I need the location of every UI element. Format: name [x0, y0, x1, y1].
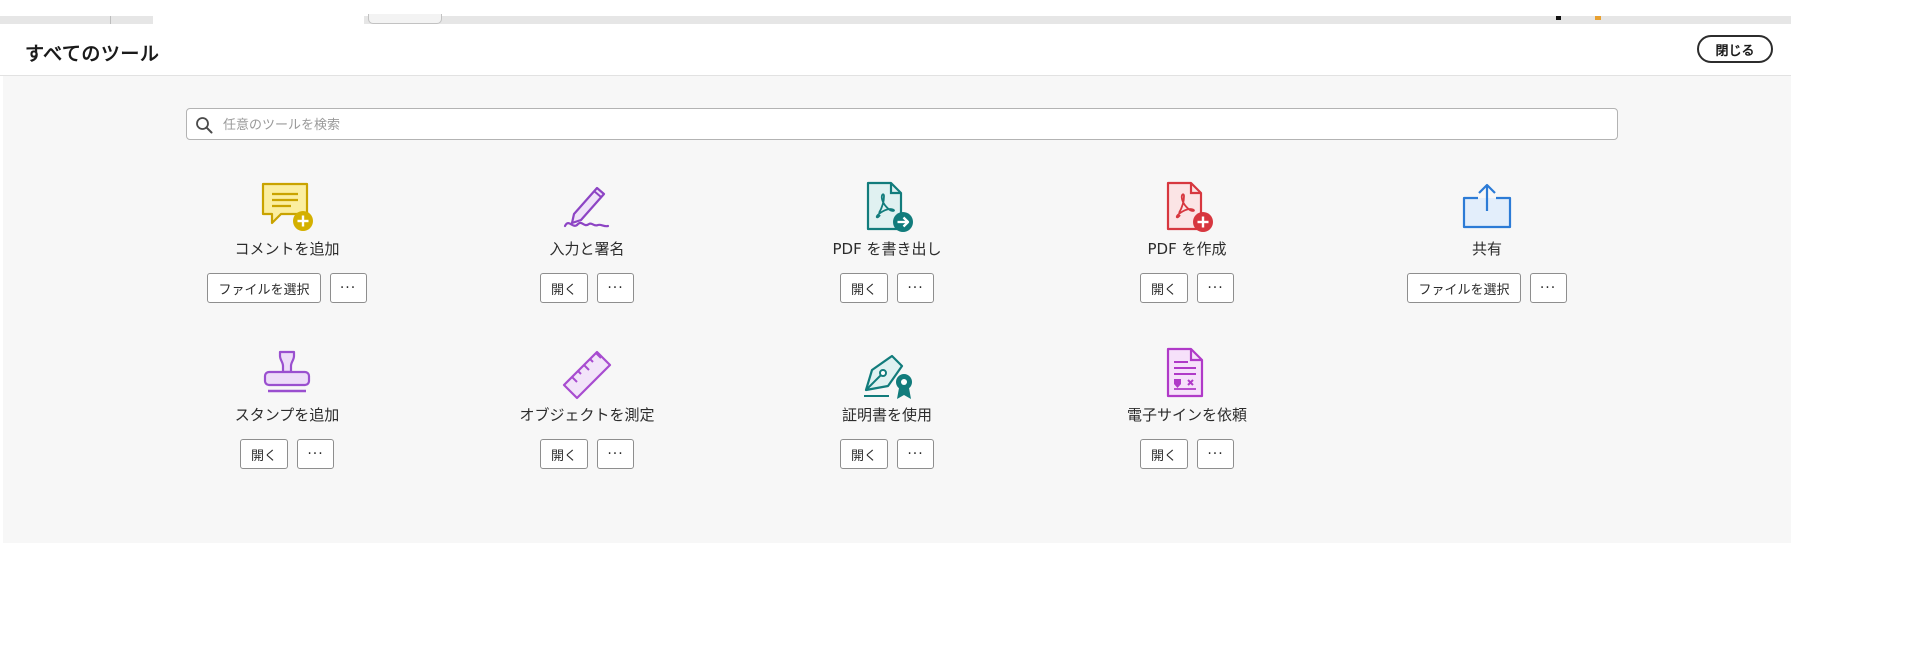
- open-button[interactable]: 開く: [239, 439, 288, 469]
- tools-panel: コメントを追加 ファイルを選択 ··· 入力と署名 開く ··· PDF を書き…: [3, 76, 1791, 543]
- fill-sign-icon: [563, 186, 610, 228]
- more-options-button[interactable]: ···: [897, 273, 934, 303]
- more-options-button[interactable]: ···: [1197, 439, 1234, 469]
- open-button[interactable]: 開く: [1139, 439, 1188, 469]
- browser-top-strip: [0, 0, 1791, 24]
- comment-add-icon: [261, 182, 313, 231]
- tab-bar-segment: [364, 16, 1791, 24]
- certificate-pen-icon: [864, 354, 912, 399]
- tool-card-share: 共有 ファイルを選択 ···: [1367, 180, 1607, 303]
- select-file-button[interactable]: ファイルを選択: [207, 273, 321, 303]
- esign-request-icon: [1166, 347, 1204, 398]
- tool-card-measure: オブジェクトを測定 開く ···: [467, 346, 707, 469]
- search-box[interactable]: [186, 108, 1618, 140]
- tool-name: 証明書を使用: [841, 406, 932, 424]
- tool-name: 入力と署名: [549, 240, 625, 258]
- more-options-button[interactable]: ···: [297, 439, 334, 469]
- tool-card-export-pdf: PDF を書き出し 開く ···: [767, 180, 1007, 303]
- share-icon: [1462, 183, 1512, 229]
- tool-name: スタンプを追加: [234, 406, 340, 424]
- close-button[interactable]: 閉じる: [1697, 35, 1773, 63]
- search-icon: [196, 117, 213, 134]
- stamp-icon: [263, 350, 311, 393]
- toolbar-icon[interactable]: [1595, 16, 1601, 20]
- tool-card-create-pdf: PDF を作成 開く ···: [1067, 180, 1307, 303]
- ruler-icon: [562, 350, 612, 400]
- select-file-button[interactable]: ファイルを選択: [1407, 273, 1521, 303]
- tool-name: コメントを追加: [234, 240, 340, 258]
- more-options-button[interactable]: ···: [1197, 273, 1234, 303]
- open-button[interactable]: 開く: [839, 273, 888, 303]
- tool-name: 電子サインを依頼: [1126, 406, 1247, 424]
- more-options-button[interactable]: ···: [597, 439, 634, 469]
- open-button[interactable]: 開く: [539, 439, 588, 469]
- tool-card-stamp: スタンプを追加 開く ···: [167, 346, 407, 469]
- more-options-button[interactable]: ···: [1529, 273, 1567, 303]
- export-pdf-icon: [866, 181, 913, 232]
- tool-name: PDF を書き出し: [832, 240, 942, 258]
- tool-name: 共有: [1471, 240, 1502, 258]
- tool-card-comment: コメントを追加 ファイルを選択 ···: [167, 180, 407, 303]
- page-title: すべてのツール: [25, 43, 160, 65]
- more-options-button[interactable]: ···: [597, 273, 634, 303]
- tool-name: オブジェクトを測定: [519, 406, 655, 424]
- tool-card-certificate: 証明書を使用 開く ···: [767, 346, 1007, 469]
- tool-card-request-esign: 電子サインを依頼 開く ···: [1067, 346, 1307, 469]
- all-tools-header: すべてのツール 閉じる: [0, 24, 1791, 76]
- tool-card-fill-sign: 入力と署名 開く ···: [467, 180, 707, 303]
- browser-tab[interactable]: [368, 14, 442, 24]
- toolbar-icon[interactable]: [1556, 16, 1561, 20]
- tab-separator: [110, 16, 111, 24]
- tab-bar-segment: [0, 16, 153, 24]
- create-pdf-icon: [1166, 181, 1213, 232]
- open-button[interactable]: 開く: [539, 273, 588, 303]
- open-button[interactable]: 開く: [1139, 273, 1188, 303]
- open-button[interactable]: 開く: [839, 439, 888, 469]
- more-options-button[interactable]: ···: [329, 273, 367, 303]
- search-input[interactable]: [221, 113, 1605, 137]
- more-options-button[interactable]: ···: [897, 439, 934, 469]
- tool-name: PDF を作成: [1147, 240, 1227, 258]
